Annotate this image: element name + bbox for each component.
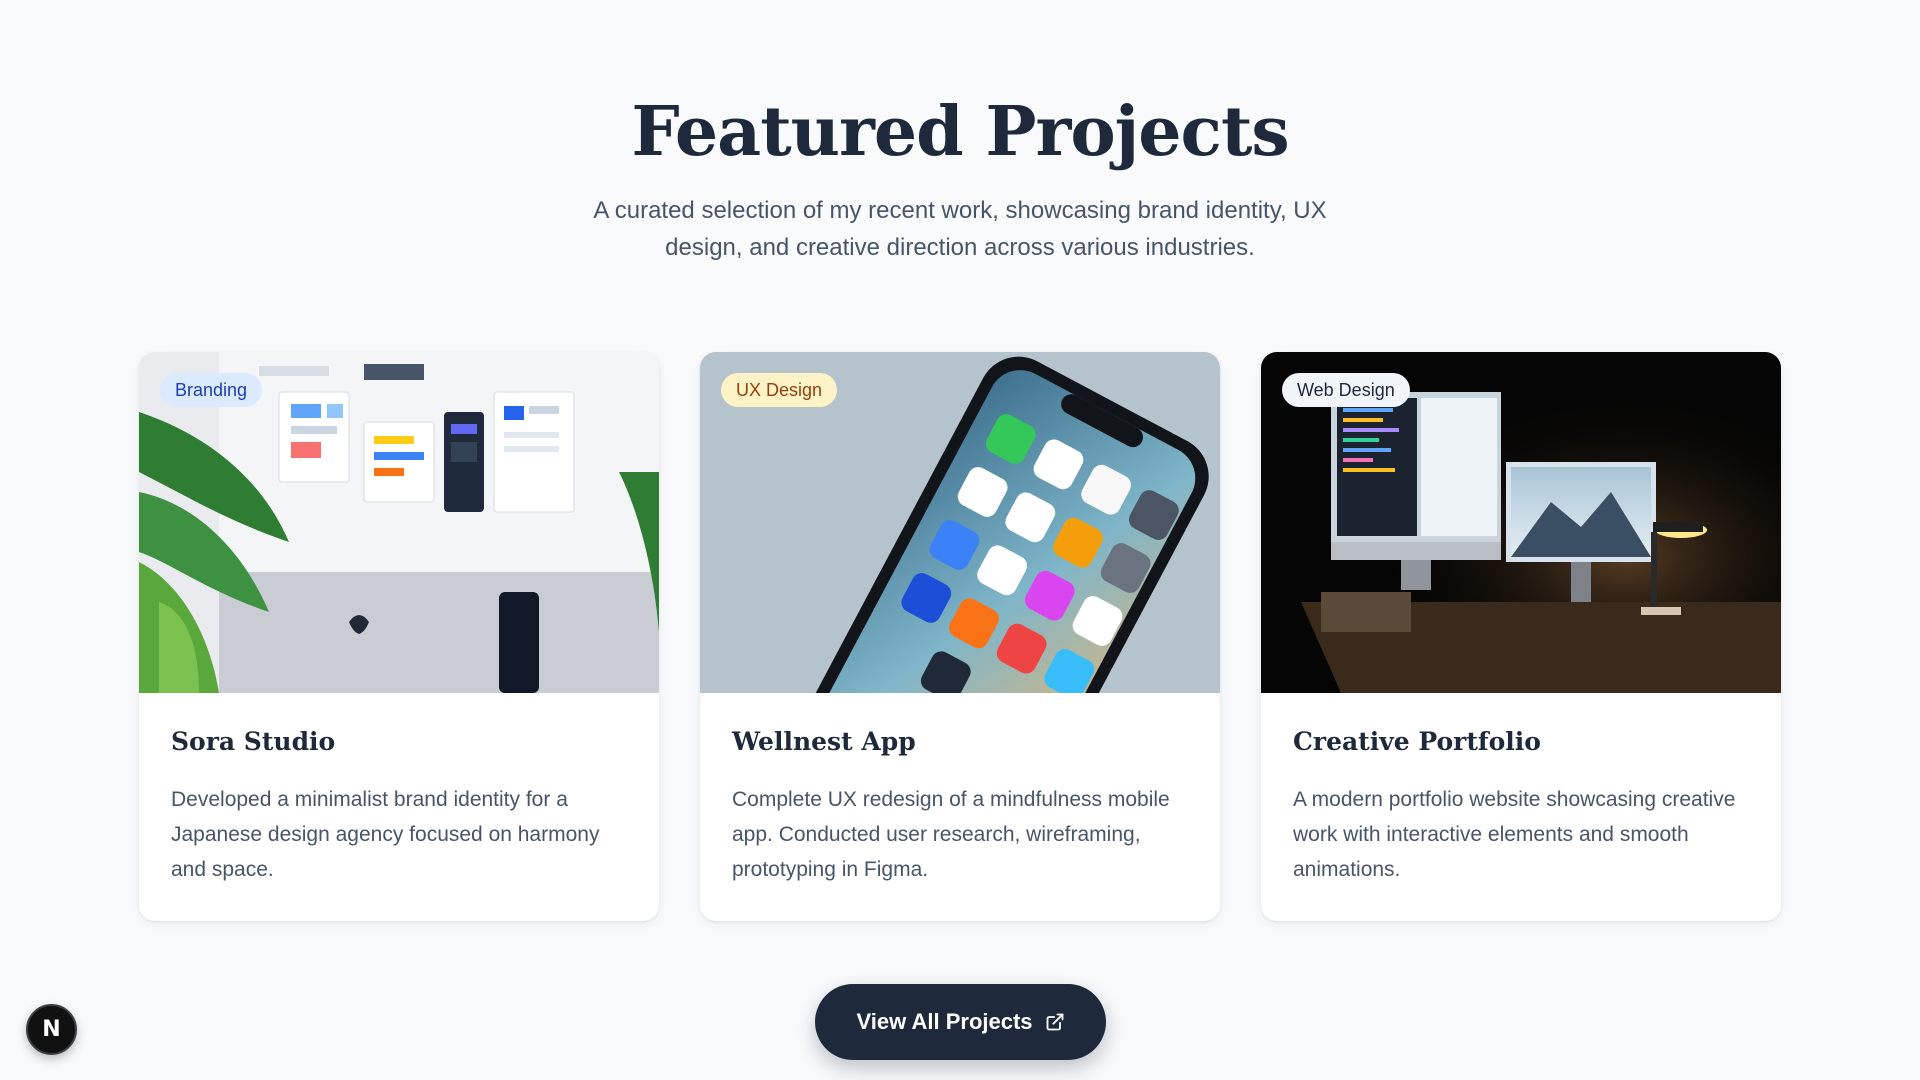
page-subtitle: A curated selection of my recent work, s… [593, 197, 1327, 261]
projects-grid: Branding Sora Studio Developed a minimal… [139, 352, 1781, 921]
project-card-sora-studio[interactable]: Branding Sora Studio Developed a minimal… [139, 352, 659, 921]
project-title: Creative Portfolio [1293, 727, 1541, 756]
category-badge: Web Design [1282, 373, 1410, 407]
project-image-sora-studio: Branding [139, 352, 659, 693]
page-title: Featured Projects [631, 92, 1289, 172]
category-badge: Branding [160, 373, 263, 407]
nextjs-logo-icon[interactable]: N [26, 1004, 77, 1055]
project-description: A modern portfolio website showcasing cr… [1293, 788, 1736, 881]
project-description: Developed a minimalist brand identity fo… [171, 788, 600, 881]
external-link-icon [1045, 1012, 1065, 1032]
category-badge: UX Design [721, 373, 838, 407]
project-description: Complete UX redesign of a mindfulness mo… [732, 788, 1170, 881]
project-card-creative-portfolio[interactable]: Web Design Creative Portfolio A modern p… [1261, 352, 1781, 921]
dev-badge-letter: N [42, 1017, 61, 1042]
project-image-creative-portfolio: Web Design [1261, 352, 1781, 693]
view-all-projects-label: View All Projects [856, 1009, 1033, 1034]
project-title: Wellnest App [732, 727, 916, 756]
project-title: Sora Studio [171, 727, 336, 756]
project-card-wellnest-app[interactable]: UX Design Wellnest App Complete UX redes… [700, 352, 1220, 921]
project-image-wellnest-app: UX Design [700, 352, 1220, 693]
view-all-projects-button[interactable]: View All Projects [815, 984, 1106, 1060]
